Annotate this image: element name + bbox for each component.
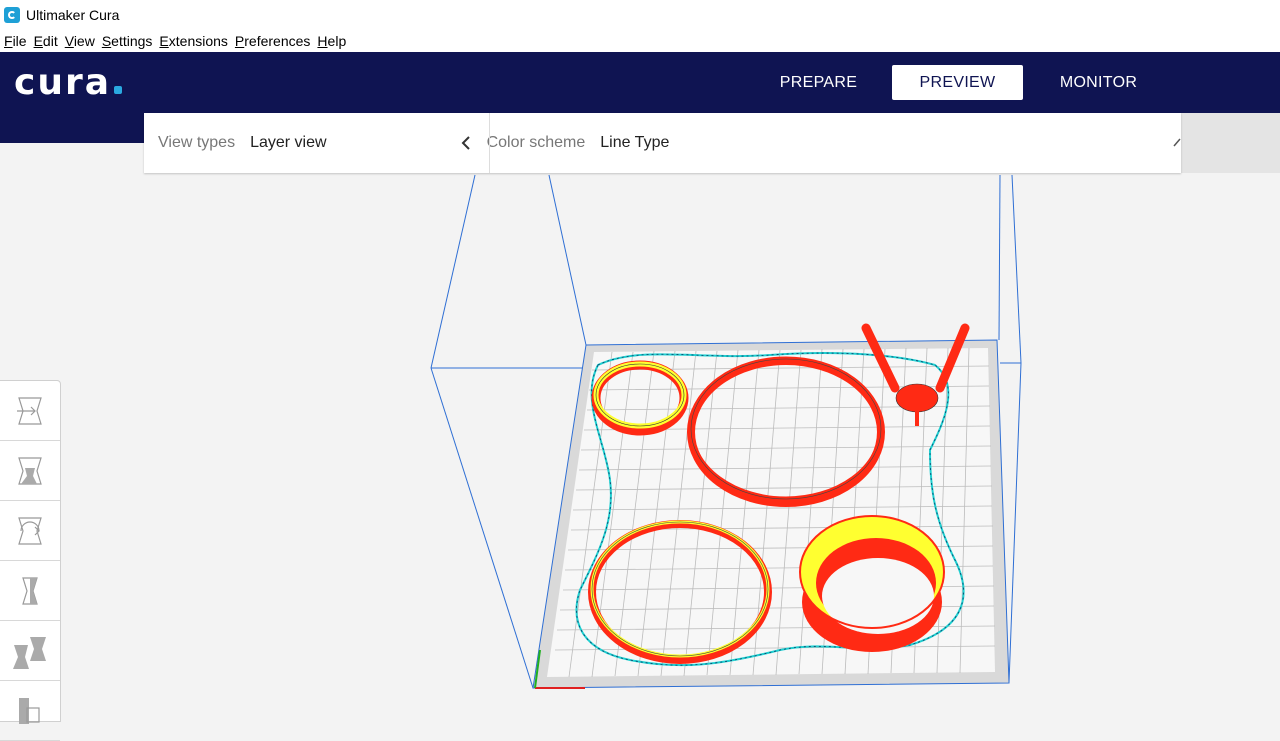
pencil-icon[interactable] [1173,137,1181,147]
tab-preview[interactable]: PREVIEW [892,65,1023,100]
logo-dot [114,86,123,94]
move-tool-button[interactable] [0,381,60,441]
menu-settings[interactable]: Settings [102,33,153,49]
window-title: Ultimaker Cura [26,7,120,23]
support-blocker-icon [19,697,40,724]
tab-monitor[interactable]: MONITOR [1033,65,1164,100]
title-bar: Ultimaker Cura [0,0,1280,30]
view-types-label: View types [158,134,236,151]
rotate-tool-button[interactable] [0,501,60,561]
tab-prepare[interactable]: PREPARE [753,65,884,100]
3d-viewport[interactable] [0,143,1280,720]
cura-logo: cura [14,62,123,103]
color-scheme-label: Color scheme [486,134,586,151]
support-blocker-button[interactable] [0,681,60,741]
mirror-tool-button[interactable] [0,561,60,621]
menu-edit[interactable]: Edit [34,33,58,49]
scale-tool-icon [18,456,42,485]
color-scheme-dropdown[interactable]: Line Type [600,134,669,152]
stage-menu: View types Layer view Color scheme Line … [144,113,1181,173]
scale-tool-button[interactable] [0,441,60,501]
view-types-dropdown[interactable]: Layer view [250,134,326,152]
header-right-strip [1181,52,1280,113]
per-model-settings-icon [13,636,46,669]
move-tool-icon [17,396,42,425]
thick-ring-model[interactable] [799,515,945,652]
menu-preferences[interactable]: Preferences [235,33,311,49]
menu-extensions[interactable]: Extensions [159,33,228,49]
tool-panel [0,380,61,741]
menu-view[interactable]: View [65,33,95,49]
chevron-left-icon[interactable] [461,135,471,151]
mirror-tool-icon [22,576,38,605]
cura-app-icon [4,7,20,23]
per-model-settings-button[interactable] [0,621,60,681]
rotate-tool-icon [18,516,42,545]
menu-file[interactable]: File [4,33,27,49]
menu-bar: File Edit View Settings Extensions Prefe… [0,30,1280,52]
menu-help[interactable]: Help [317,33,346,49]
stage-divider [489,113,490,173]
